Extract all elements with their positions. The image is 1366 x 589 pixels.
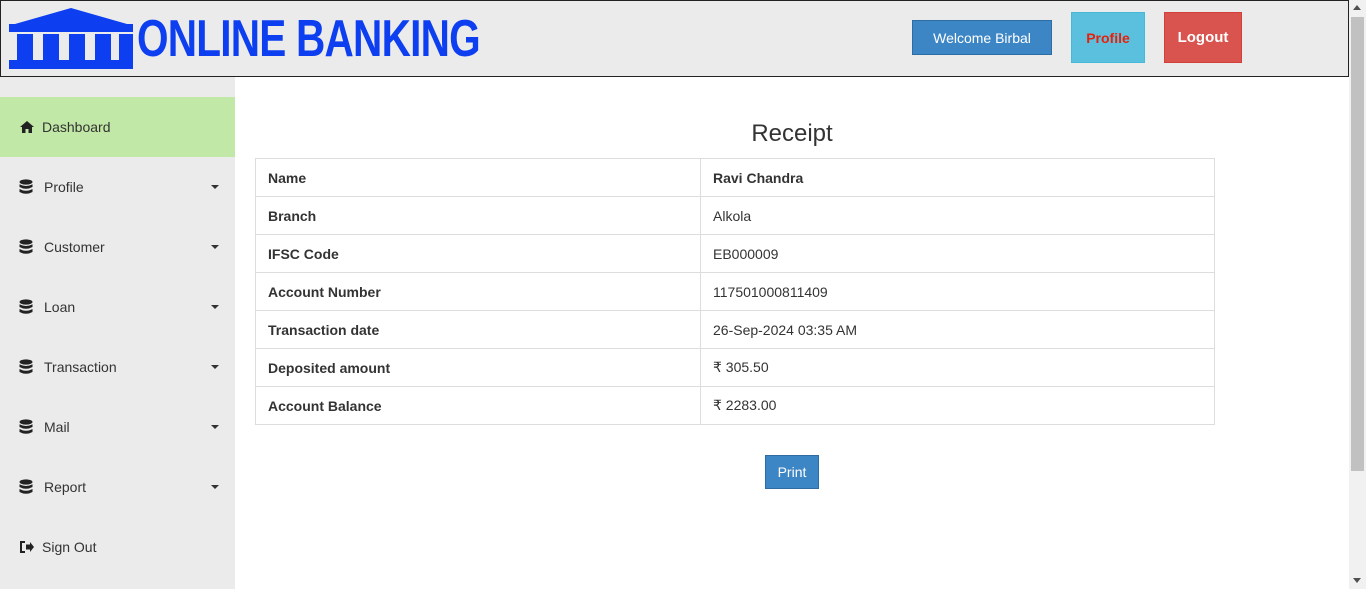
table-row: Deposited amount ₹ 305.50 — [255, 348, 1215, 387]
sidebar-item-label: Customer — [44, 239, 105, 255]
caret-down-icon — [211, 185, 219, 189]
sidebar-item-customer[interactable]: Customer — [0, 217, 235, 277]
sidebar: Dashboard Profile Customer Loan Transact… — [0, 77, 235, 589]
table-row: Branch Alkola — [255, 196, 1215, 235]
page: ONLINE BANKING Welcome Birbal Profile Lo… — [0, 0, 1349, 589]
sidebar-item-mail[interactable]: Mail — [0, 397, 235, 457]
sidebar-item-label: Report — [44, 479, 87, 495]
database-icon — [18, 419, 34, 435]
header: ONLINE BANKING Welcome Birbal Profile Lo… — [0, 0, 1349, 77]
row-label: Transaction date — [255, 310, 701, 349]
sidebar-item-sign-out[interactable]: Sign Out — [0, 517, 235, 577]
table-row: Transaction date 26-Sep-2024 03:35 AM — [255, 310, 1215, 349]
database-icon — [18, 479, 34, 495]
sidebar-item-loan[interactable]: Loan — [0, 277, 235, 337]
sidebar-item-label: Dashboard — [42, 119, 111, 135]
sidebar-item-report[interactable]: Report — [0, 457, 235, 517]
scroll-down-arrow-icon[interactable] — [1353, 578, 1361, 583]
table-row: Account Number 117501000811409 — [255, 272, 1215, 311]
row-label: Account Balance — [255, 386, 701, 425]
sidebar-item-profile[interactable]: Profile — [0, 157, 235, 217]
caret-down-icon — [211, 485, 219, 489]
table-row: Name Ravi Chandra — [255, 158, 1215, 197]
row-value: 117501000811409 — [700, 272, 1215, 311]
database-icon — [18, 239, 34, 255]
table-row: IFSC Code EB000009 — [255, 234, 1215, 273]
profile-button[interactable]: Profile — [1071, 12, 1145, 63]
caret-down-icon — [211, 245, 219, 249]
row-label: Account Number — [255, 272, 701, 311]
row-value: ₹ 2283.00 — [700, 386, 1215, 425]
scroll-up-arrow-icon[interactable] — [1353, 5, 1361, 10]
logo[interactable]: ONLINE BANKING — [7, 8, 577, 70]
row-value: Ravi Chandra — [700, 158, 1215, 197]
sidebar-item-label: Transaction — [44, 359, 117, 375]
logo-text: ONLINE BANKING — [137, 10, 481, 68]
page-title: Receipt — [751, 120, 833, 147]
sidebar-item-label: Profile — [44, 179, 84, 195]
print-button[interactable]: Print — [765, 455, 819, 489]
database-icon — [18, 179, 34, 195]
row-value: ₹ 305.50 — [700, 348, 1215, 387]
row-label: Deposited amount — [255, 348, 701, 387]
row-label: IFSC Code — [255, 234, 701, 273]
sidebar-item-label: Sign Out — [42, 539, 97, 555]
scrollbar-thumb[interactable] — [1351, 17, 1364, 471]
home-icon — [19, 119, 35, 135]
row-label: Name — [255, 158, 701, 197]
vertical-scrollbar[interactable] — [1349, 0, 1366, 589]
row-value: Alkola — [700, 196, 1215, 235]
bank-building-icon — [9, 8, 133, 69]
logout-button[interactable]: Logout — [1164, 12, 1242, 63]
caret-down-icon — [211, 425, 219, 429]
row-value: 26-Sep-2024 03:35 AM — [700, 310, 1215, 349]
sidebar-item-dashboard[interactable]: Dashboard — [0, 97, 235, 157]
sidebar-item-transaction[interactable]: Transaction — [0, 337, 235, 397]
sign-out-icon — [19, 539, 35, 555]
database-icon — [18, 359, 34, 375]
caret-down-icon — [211, 305, 219, 309]
welcome-button[interactable]: Welcome Birbal — [912, 20, 1052, 55]
table-row: Account Balance ₹ 2283.00 — [255, 386, 1215, 425]
row-value: EB000009 — [700, 234, 1215, 273]
row-label: Branch — [255, 196, 701, 235]
sidebar-item-label: Mail — [44, 419, 70, 435]
receipt-table: Name Ravi Chandra Branch Alkola IFSC Cod… — [255, 158, 1215, 425]
sidebar-item-label: Loan — [44, 299, 76, 315]
caret-down-icon — [211, 365, 219, 369]
database-icon — [18, 299, 34, 315]
